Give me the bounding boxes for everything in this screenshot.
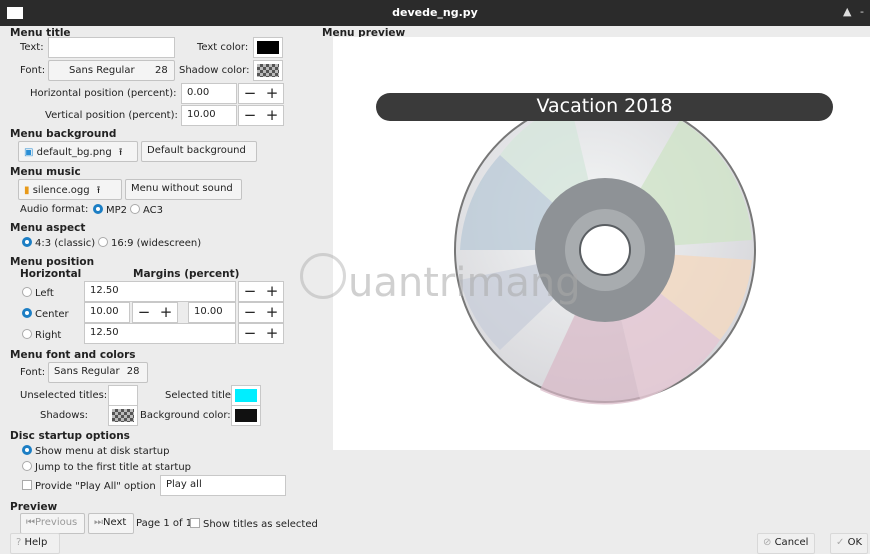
upload-icon: ⭱	[96, 185, 101, 196]
unselected-titles-label: Unselected titles:	[20, 390, 108, 401]
menu-font-size: 28	[126, 366, 140, 377]
audio-file-icon: ▮	[24, 185, 30, 196]
text-color-button[interactable]	[253, 37, 283, 58]
left-margin-input[interactable]: 12.50	[84, 281, 236, 302]
unselected-titles-color-button[interactable]	[108, 385, 138, 406]
jump-first-title-radio[interactable]: Jump to the first title at startup	[22, 461, 191, 473]
show-titles-checkbox[interactable]: Show titles as selected	[190, 518, 318, 530]
menu-font-button[interactable]: Sans Regular 28	[48, 362, 148, 383]
play-all-input[interactable]: Play all	[160, 475, 286, 496]
vpos-stepper[interactable]: − +	[238, 105, 284, 126]
hpos-input[interactable]: 0.00	[181, 83, 237, 104]
disc-startup-heading: Disc startup options	[10, 430, 130, 442]
shadows-label: Shadows:	[40, 410, 89, 421]
previous-button[interactable]: ⏮Previous	[20, 513, 85, 534]
next-icon: ⏭	[94, 517, 103, 528]
font-label: Font:	[20, 65, 46, 76]
position-left-radio[interactable]: Left	[22, 287, 54, 299]
hpos-label: Horizontal position (percent):	[30, 88, 177, 99]
page-indicator: Page 1 of 1	[136, 518, 193, 529]
window-titlebar: devede_ng.py ▲ -	[0, 0, 870, 26]
right-margin-stepper[interactable]: − +	[238, 323, 284, 344]
show-menu-radio[interactable]: Show menu at disk startup	[22, 445, 169, 457]
background-file-chooser[interactable]: ▣ default_bg.png ⭱	[18, 141, 138, 162]
upload-icon: ⭱	[118, 147, 123, 158]
vpos-label: Vertical position (percent):	[45, 110, 178, 121]
preview-heading: Preview	[10, 501, 58, 513]
previous-icon: ⏮	[26, 517, 35, 528]
menu-preview-title: Vacation 2018	[536, 95, 673, 117]
minimize-icon[interactable]: -	[860, 5, 864, 18]
font-name: Sans Regular	[69, 65, 135, 76]
cancel-button[interactable]: ⊘ Cancel	[757, 533, 815, 554]
background-file-name: default_bg.png	[36, 147, 112, 158]
hpos-stepper[interactable]: − +	[238, 83, 284, 104]
selected-title-label: Selected title:	[165, 390, 235, 401]
music-file-name: silence.ogg	[32, 185, 90, 196]
cancel-icon: ⊘	[763, 537, 772, 548]
help-button[interactable]: ? Help	[10, 533, 60, 554]
next-button[interactable]: ⏭Next	[88, 513, 134, 534]
selected-title-color-button[interactable]	[231, 385, 261, 406]
title-font-button[interactable]: Sans Regular 28	[48, 60, 175, 81]
background-color-button[interactable]	[231, 405, 261, 426]
center-margin2-input[interactable]: 10.00	[188, 302, 236, 323]
menu-font-label: Font:	[20, 367, 46, 378]
image-file-icon: ▣	[24, 147, 34, 158]
vpos-input[interactable]: 10.00	[181, 105, 237, 126]
help-icon: ?	[16, 537, 22, 548]
shadow-color-label: Shadow color:	[179, 65, 250, 76]
text-label: Text:	[20, 42, 44, 53]
menu-background-heading: Menu background	[10, 128, 117, 140]
position-right-radio[interactable]: Right	[22, 329, 61, 341]
menu-without-sound-button[interactable]: Menu without sound	[125, 179, 242, 200]
menu-music-heading: Menu music	[10, 166, 81, 178]
center-margin1-stepper[interactable]: − +	[132, 302, 178, 323]
audio-format-mp2-radio[interactable]: MP2	[93, 204, 127, 216]
aspect-169-radio[interactable]: 16:9 (widescreen)	[98, 237, 201, 249]
watermark-logo-icon	[300, 253, 346, 299]
center-margin1-input[interactable]: 10.00	[84, 302, 130, 323]
menu-font-heading: Menu font and colors	[10, 349, 136, 361]
watermark-text: uantrimang	[348, 260, 581, 306]
default-background-button[interactable]: Default background	[141, 141, 257, 162]
menu-aspect-heading: Menu aspect	[10, 222, 86, 234]
window-title: devede_ng.py	[392, 6, 478, 19]
menu-position-heading: Menu position	[10, 256, 95, 268]
margins-heading: Margins (percent)	[133, 268, 240, 280]
horizontal-heading: Horizontal	[20, 268, 82, 280]
text-color-label: Text color:	[197, 42, 249, 53]
check-icon: ✓	[836, 537, 845, 548]
center-margin2-stepper[interactable]: − +	[238, 302, 284, 323]
maximize-icon[interactable]: ▲	[843, 5, 851, 18]
audio-format-ac3-radio[interactable]: AC3	[130, 204, 163, 216]
shadow-color-button[interactable]	[253, 60, 283, 81]
disc-image	[454, 100, 756, 405]
ok-button[interactable]: ✓ OK	[830, 533, 868, 554]
aspect-43-radio[interactable]: 4:3 (classic)	[22, 237, 95, 249]
play-all-checkbox[interactable]: Provide "Play All" option	[22, 480, 156, 492]
title-text-input[interactable]	[48, 37, 175, 58]
position-center-radio[interactable]: Center	[22, 308, 69, 320]
right-margin-input[interactable]: 12.50	[84, 323, 236, 344]
background-color-label: Background color:	[140, 410, 231, 421]
font-size: 28	[155, 65, 168, 76]
shadows-color-button[interactable]	[108, 405, 138, 426]
left-margin-stepper[interactable]: − +	[238, 281, 284, 302]
music-file-chooser[interactable]: ▮ silence.ogg ⭱	[18, 179, 122, 200]
audio-format-label: Audio format:	[20, 204, 89, 215]
menu-font-name: Sans Regular	[54, 366, 120, 377]
